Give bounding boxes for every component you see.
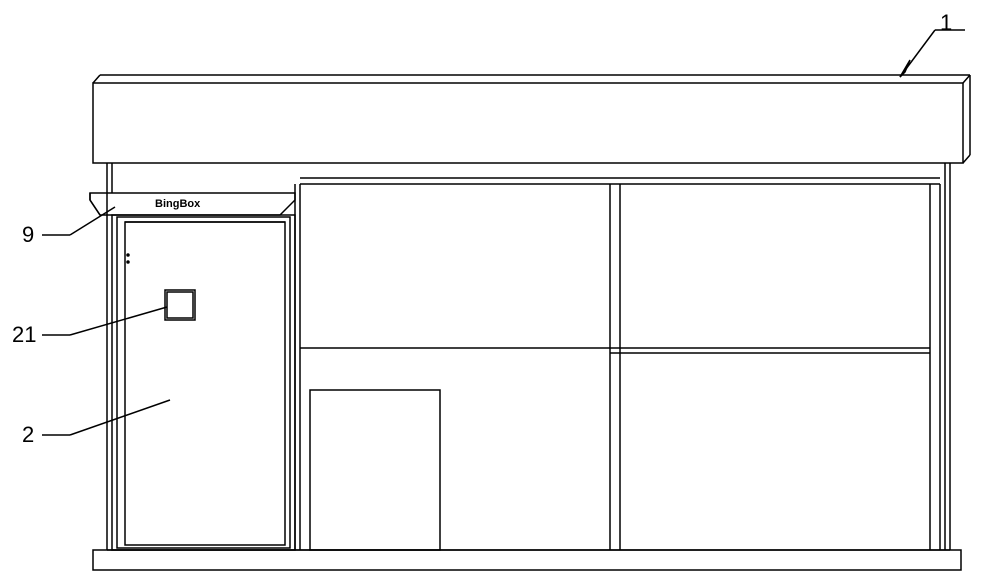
ref-label-2: 2 bbox=[22, 422, 34, 448]
ref-label-1: 1 bbox=[940, 10, 952, 36]
brand-text: BingBox bbox=[155, 198, 200, 210]
ref-label-9: 9 bbox=[22, 222, 34, 248]
technical-drawing bbox=[0, 0, 1000, 585]
ref-label-21: 21 bbox=[12, 322, 36, 348]
